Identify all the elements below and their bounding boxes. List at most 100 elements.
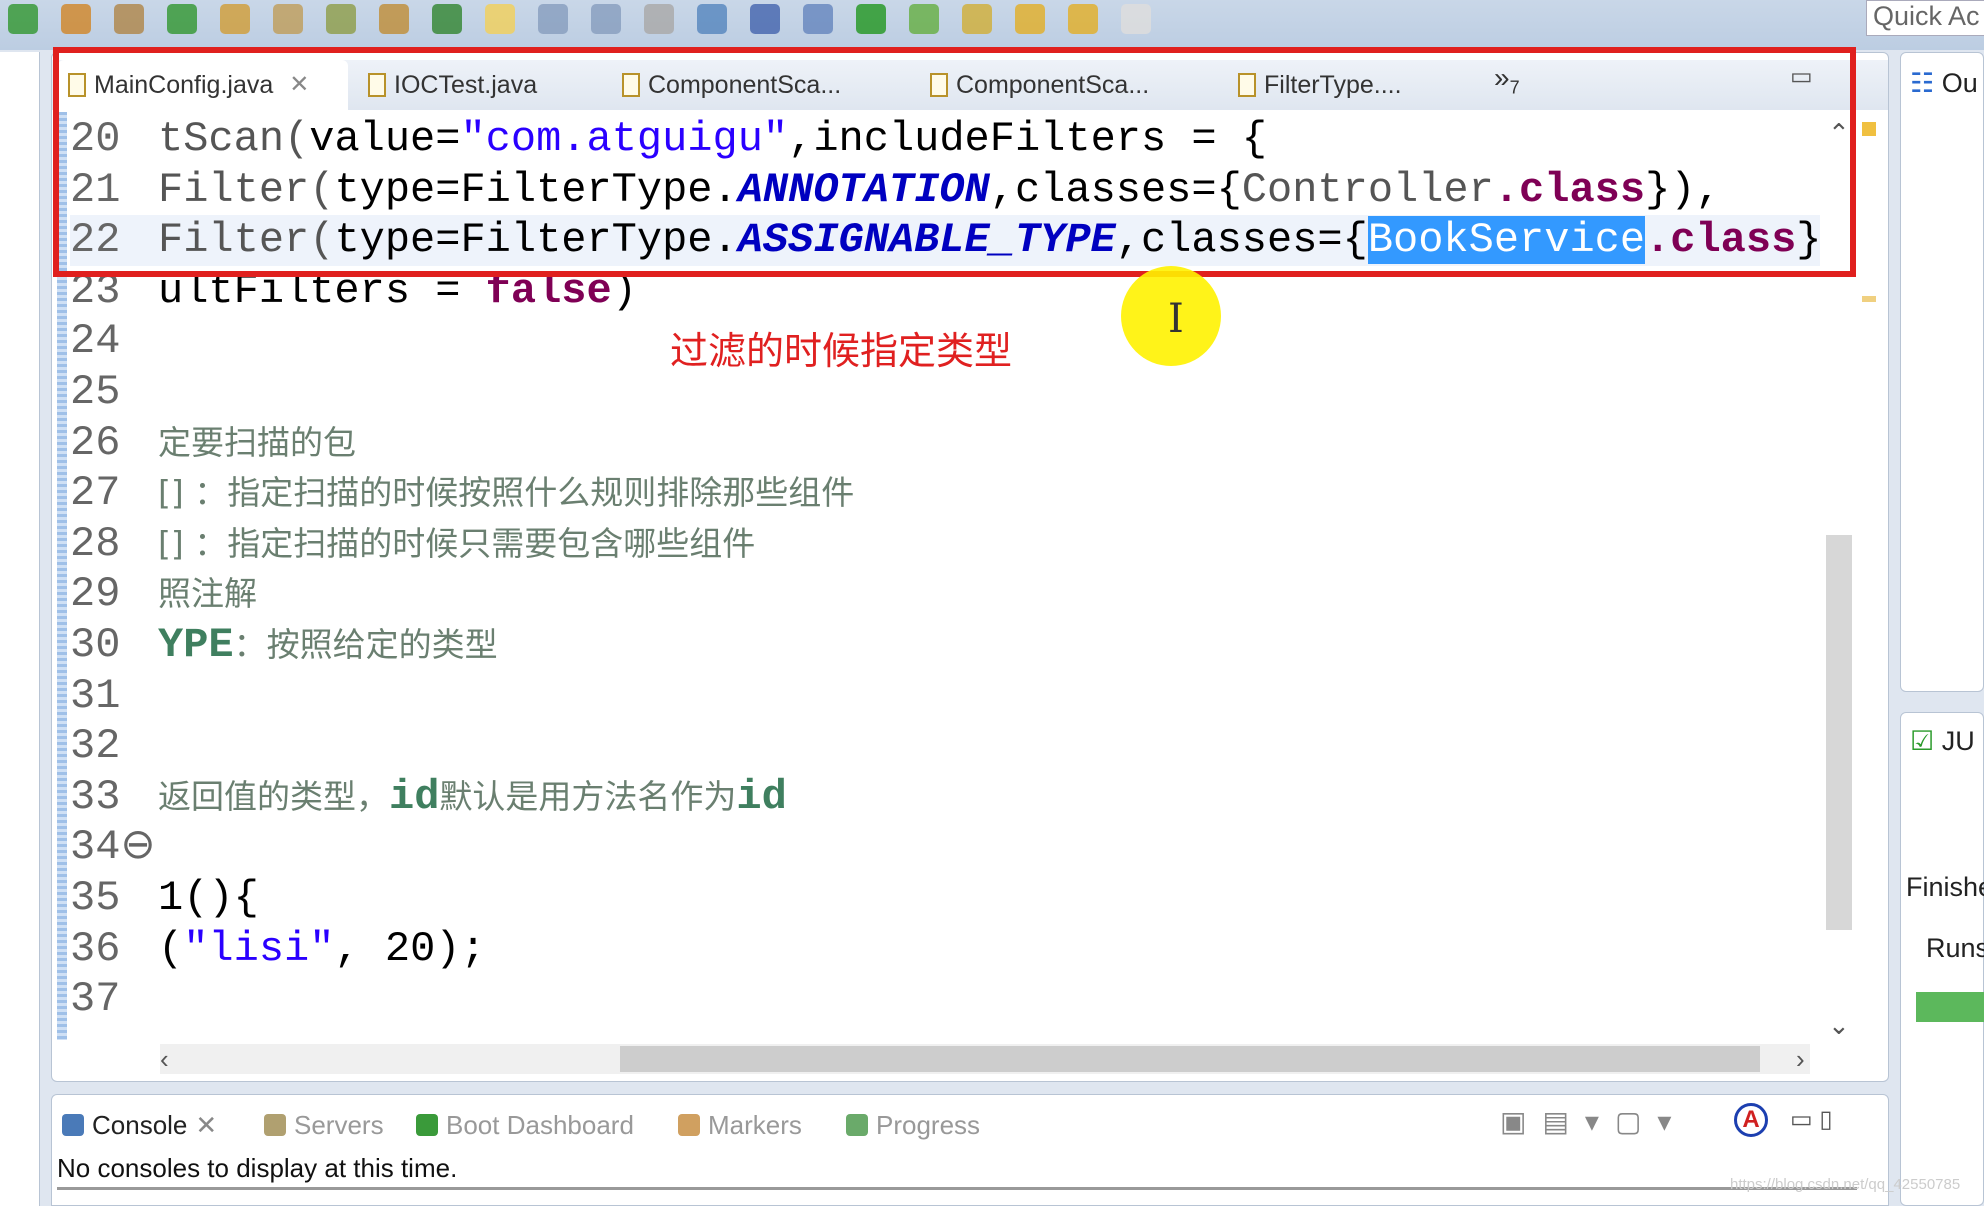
new-icon[interactable] [61,4,91,34]
console-tab-console[interactable]: Console ✕ [62,1105,217,1145]
debug-icon[interactable] [803,4,833,34]
watermark: https://blog.csdn.net/qq_42550785 [1730,1176,1961,1193]
junit-runs: Runs [1926,933,1984,963]
line-number: 37 [70,975,121,1024]
annotation-note: 过滤的时候指定类型 [670,329,1013,373]
console-tab-label: Markers [708,1109,802,1140]
vertical-scrollbar-thumb[interactable] [1826,535,1852,930]
line-number: 27 [70,469,121,518]
scroll-left-icon[interactable]: ‹ [160,1044,169,1075]
forward-icon[interactable] [1121,4,1151,34]
quick-access-input[interactable]: Quick Ac [1866,0,1984,36]
line-number: 25 [70,368,121,416]
code-token: YPE [158,621,234,669]
run-icon[interactable] [8,4,38,34]
code-line: 27 [] ：指定扫描的时候按照什么规则排除那些组件 [70,468,1820,519]
console-icon [62,1114,84,1136]
line-number: 32 [70,722,121,771]
horizontal-scrollbar-thumb[interactable] [620,1046,1760,1072]
link-icon[interactable] [644,4,674,34]
text-cursor-icon: I [1168,296,1184,342]
code-token: [] ：指定扫描的时候按照什么规则排除那些组件 [158,473,855,513]
line-number: 24 [70,317,121,366]
spring-power-icon[interactable] [856,4,886,34]
line-number: 35 [70,874,121,922]
outline-label: Ou [1941,68,1978,98]
close-console-icon[interactable]: ✕ [195,1110,217,1141]
code-line: 29 照注解 [70,569,1820,620]
overview-marker [1862,296,1876,302]
overview-marker [1862,122,1876,136]
outline-tab[interactable]: ☷ Ou [1910,68,1984,99]
build-icon[interactable] [273,4,303,34]
console-divider [57,1187,1857,1190]
code-token: 默认是用方法名作为 [439,776,737,816]
console-toolbar[interactable]: ▣▤▾▢▾ [1500,1105,1687,1138]
minimize-console-button[interactable]: ▭ ▯ [1790,1105,1833,1134]
line-number: 26 [70,418,121,467]
progress-icon [846,1114,868,1136]
junit-progress-bar [1916,992,1984,1022]
console-tab-label: Servers [294,1109,384,1140]
left-panel-strip [0,52,40,1206]
line-number: 34⊖ [70,823,156,872]
scroll-up-icon[interactable]: ⌃ [1828,118,1850,149]
code-line: 26 定要扫描的包 [70,418,1820,469]
code-line: 33 返回值的类型，id默认是用方法名作为id [70,772,1820,823]
junit-tab[interactable]: ☑ JU [1910,726,1984,757]
code-token: , 20); [334,924,486,973]
console-tab-servers[interactable]: Servers [264,1105,384,1145]
scroll-down-icon[interactable]: ⌄ [1828,1010,1850,1041]
outline-panel [1900,52,1984,692]
servers-icon [264,1114,286,1136]
code-token: id [736,772,787,821]
ant-icon[interactable]: A [1734,1103,1768,1137]
paragraph-icon[interactable] [591,4,621,34]
junit-finished: Finishe [1906,872,1984,902]
code-token: id [389,772,440,821]
code-line: 36 ("lisi", 20); [70,924,1820,975]
console-message: No consoles to display at this time. [57,1153,458,1183]
line-number: 29 [70,570,121,619]
outline-icon: ☷ [1910,68,1935,98]
code-token: 照注解 [158,574,257,614]
console-tab-label: Console [92,1109,188,1140]
back-icon[interactable] [1068,4,1098,34]
folder-open-icon[interactable] [379,4,409,34]
globe-icon[interactable] [697,4,727,34]
package-icon[interactable] [114,4,144,34]
console-tab-label: Boot Dashboard [446,1109,634,1140]
pin-icon[interactable] [432,4,462,34]
refresh-icon[interactable] [167,4,197,34]
console-tab-boot-dashboard[interactable]: Boot Dashboard [416,1105,634,1145]
highlight-box [53,47,1856,277]
line-number: 31 [70,671,121,720]
next-annotation-icon[interactable] [962,4,992,34]
highlight-icon[interactable] [485,4,515,34]
code-token: ( [158,924,184,973]
code-line: 37 [70,974,1820,1025]
markers-icon [678,1114,700,1136]
code-line: 28 [] ：指定扫描的时候只需要包含哪些组件 [70,519,1820,570]
main-toolbar [0,0,1984,50]
junit-label: JU [1941,726,1975,756]
code-token: [] ：指定扫描的时候只需要包含哪些组件 [158,523,756,563]
spring-leaf-icon[interactable] [909,4,939,34]
line-number: 36 [70,924,121,973]
line-number: 33 [70,772,121,821]
monitor-icon[interactable] [750,4,780,34]
code-line: 31 [70,671,1820,722]
code-line: 34⊖ [70,822,1820,873]
code-token: 定要扫描的包 [158,422,356,462]
code-line: 35 1(){ [70,873,1820,924]
console-tab-label: Progress [876,1109,981,1140]
scroll-right-icon[interactable]: › [1796,1044,1805,1075]
open-icon[interactable] [220,4,250,34]
console-tab-markers[interactable]: Markers [678,1105,802,1145]
prev-annotation-icon[interactable] [1015,4,1045,34]
code-token: ：按照给定的类型 [233,625,498,664]
folder-icon[interactable] [326,4,356,34]
document-icon[interactable] [538,4,568,34]
code-token: 1(){ [158,874,259,922]
console-tab-progress[interactable]: Progress [846,1105,980,1145]
